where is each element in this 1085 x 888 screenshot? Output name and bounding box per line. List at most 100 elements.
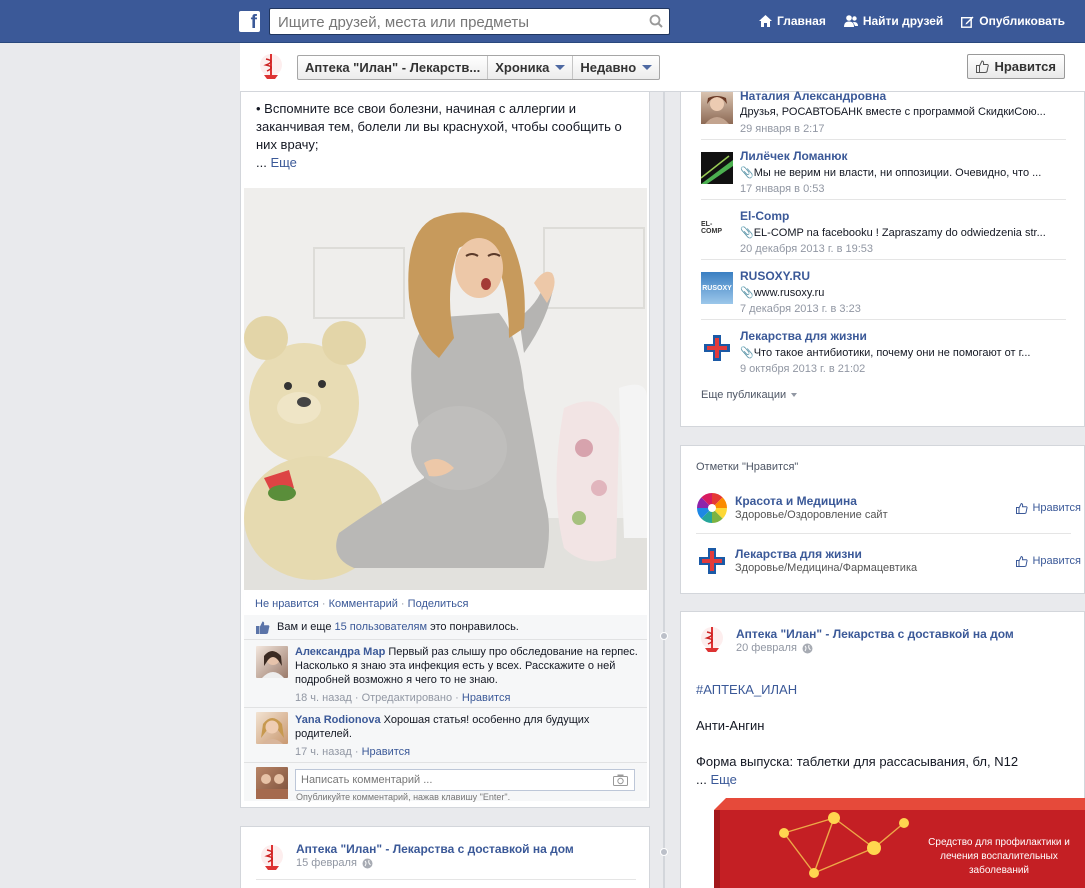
liked-page-category: Здоровье/Оздоровление сайт <box>735 509 888 521</box>
likes-box: Отметки "Нравится" Красота и Медицина Зд… <box>680 445 1085 594</box>
list-item: Красота и Медицина Здоровье/Оздоровление… <box>696 492 1081 528</box>
liked-page-name[interactable]: Красота и Медицина <box>735 494 857 508</box>
recent-time[interactable]: 17 января в 0:53 <box>740 183 824 195</box>
unlike-link[interactable]: Не нравится <box>255 598 319 610</box>
attachment-icon: 📎 <box>740 167 754 179</box>
product-image[interactable]: Средство для профилактики и лечения восп… <box>714 798 1085 888</box>
globe-icon[interactable] <box>802 643 813 654</box>
recent-time[interactable]: 7 декабря 2013 г. в 3:23 <box>740 303 861 315</box>
recent-time[interactable]: 29 января в 2:17 <box>740 123 824 135</box>
recent-author[interactable]: RUSOXY.RU <box>740 269 810 283</box>
timeline-marker <box>660 632 668 640</box>
nav-home[interactable]: Главная <box>759 14 826 28</box>
see-more-link[interactable]: Еще <box>270 155 296 170</box>
thumbs-up-icon <box>1016 555 1029 567</box>
recent-text[interactable]: Мы не верим ни власти, ни оппозиции. Оче… <box>754 167 1042 179</box>
list-item[interactable]: EL-COMP El-Comp 📎EL-COMP na facebooku ! … <box>701 209 1081 272</box>
recent-time[interactable]: 20 декабря 2013 г. в 19:53 <box>740 243 873 255</box>
recent-author[interactable]: Лекарства для жизни <box>740 329 867 343</box>
post-card: • Вспомните все свои болезни, начиная с … <box>240 92 650 808</box>
recent-author[interactable]: Лилёчек Ломанюк <box>740 149 848 163</box>
top-bar: f Ищите друзей, места или предметы Главн… <box>0 0 1085 43</box>
recent-text[interactable]: Друзья, РОСАВТОБАНК вместе с программой … <box>740 106 1046 118</box>
post-date[interactable]: 15 февраля <box>296 857 357 869</box>
medical-cross-logo-icon[interactable] <box>696 545 728 577</box>
comment-hint: Опубликуйте комментарий, нажав клавишу "… <box>296 792 511 802</box>
feedback-area: Вам и еще 15 пользователям это понравило… <box>244 615 647 802</box>
avatar[interactable]: EL-COMP <box>701 212 733 244</box>
comment-edited[interactable]: Отредактировано <box>362 692 453 704</box>
comment: Yana Rodionova Хорошая статья! особенно … <box>244 707 647 762</box>
comment-author[interactable]: Yana Rodionova <box>295 714 381 726</box>
crumb-page-name[interactable]: Аптека "Илан" - Лекарств... <box>298 56 489 79</box>
recent-text[interactable]: EL-COMP na facebooku ! Zapraszamy do odw… <box>754 227 1046 239</box>
crumb-timeline[interactable]: Хроника <box>488 56 574 79</box>
search-input[interactable]: Ищите друзей, места или предметы <box>278 14 529 31</box>
camera-icon[interactable] <box>613 774 628 786</box>
avatar[interactable] <box>700 152 733 184</box>
recent-text[interactable]: www.rusoxy.ru <box>754 287 825 299</box>
comment-time[interactable]: 18 ч. назад <box>295 692 352 704</box>
nav-find-friends[interactable]: Найти друзей <box>843 14 943 28</box>
comment-like-link[interactable]: Нравится <box>462 692 511 704</box>
list-item[interactable]: Наталия Александровна Друзья, РОСАВТОБАН… <box>701 89 1081 152</box>
avatar[interactable] <box>701 92 733 124</box>
liked-page-name[interactable]: Лекарства для жизни <box>735 547 862 561</box>
thumbs-up-icon <box>256 621 270 634</box>
chevron-down-icon <box>642 65 653 70</box>
crumb-recent[interactable]: Недавно <box>573 56 659 79</box>
attachment-icon: 📎 <box>740 287 754 299</box>
comment-input[interactable]: Написать комментарий ... <box>295 769 635 791</box>
globe-icon[interactable] <box>362 858 373 869</box>
share-link[interactable]: Поделиться <box>408 598 469 610</box>
likers-link[interactable]: 15 пользователям <box>335 621 428 633</box>
post-photo[interactable] <box>244 188 647 590</box>
comment-link[interactable]: Комментарий <box>329 598 398 610</box>
friends-icon <box>843 15 858 27</box>
avatar[interactable] <box>256 767 288 799</box>
product-caption: Средство для профилактики и лечения восп… <box>928 837 1070 876</box>
post-text: • Вспомните все свои болезни, начиная с … <box>256 101 622 170</box>
list-item[interactable]: RUSOXY RUSOXY.RU 📎www.rusoxy.ru 7 декабр… <box>701 269 1081 332</box>
pharmacy-logo-icon[interactable] <box>258 51 284 83</box>
attachment-icon: 📎 <box>740 347 754 359</box>
post-date[interactable]: 20 февраля <box>736 642 797 654</box>
recent-text[interactable]: Что такое антибиотики, почему они не пом… <box>754 347 1031 359</box>
list-item[interactable]: Лилёчек Ломанюк 📎Мы не верим ни власти, … <box>700 149 1081 212</box>
search-box[interactable]: Ищите друзей, места или предметы <box>269 8 670 35</box>
comment: Александра Мар Первый раз слышу про обсл… <box>244 639 647 707</box>
color-wheel-logo-icon[interactable] <box>696 492 728 524</box>
post-hashtag[interactable]: #АПТЕКА_ИЛАН <box>696 681 797 699</box>
post-author[interactable]: Аптека "Илан" - Лекарства с доставкой на… <box>736 627 1014 641</box>
comment-like-link[interactable]: Нравится <box>362 746 411 758</box>
avatar[interactable]: RUSOXY <box>701 272 733 304</box>
recent-author[interactable]: Наталия Александровна <box>740 89 886 103</box>
comment-author[interactable]: Александра Мар <box>295 646 385 658</box>
page-like-button[interactable]: Нравится <box>967 54 1065 79</box>
avatar[interactable] <box>256 712 288 744</box>
avatar[interactable] <box>256 646 288 678</box>
list-item: Лекарства для жизни Здоровье/Медицина/Фа… <box>696 545 1081 581</box>
pharmacy-logo-icon[interactable] <box>259 842 285 874</box>
recent-time[interactable]: 9 октября 2013 г. в 21:02 <box>740 363 865 375</box>
search-icon[interactable] <box>643 9 669 34</box>
more-posts-link[interactable]: Еще публикации <box>701 389 798 401</box>
attachment-icon: 📎 <box>740 227 754 239</box>
comment-time[interactable]: 17 ч. назад <box>295 746 352 758</box>
like-page-button[interactable]: Нравится <box>1016 555 1081 567</box>
facebook-logo-icon[interactable]: f <box>239 11 260 33</box>
post-author[interactable]: Аптека "Илан" - Лекарства с доставкой на… <box>296 842 574 856</box>
medical-cross-logo-icon[interactable] <box>701 332 733 364</box>
likes-row: Вам и еще 15 пользователям это понравило… <box>244 615 647 639</box>
like-page-button[interactable]: Нравится <box>1016 502 1081 514</box>
pharmacy-logo-icon[interactable] <box>699 624 725 656</box>
recent-author[interactable]: El-Comp <box>740 209 789 223</box>
divider <box>256 879 636 880</box>
list-item[interactable]: Лекарства для жизни 📎Что такое антибиоти… <box>701 329 1081 392</box>
post-card: Аптека "Илан" - Лекарства с доставкой на… <box>680 611 1085 888</box>
see-more-link[interactable]: Еще <box>710 772 736 787</box>
timeline-line <box>663 92 665 888</box>
post-text: Форма выпуска: таблетки для рассасывания… <box>696 754 1019 769</box>
nav-publish[interactable]: Опубликовать <box>961 14 1065 28</box>
comment-composer: Написать комментарий ... Опубликуйте ком… <box>244 762 647 802</box>
